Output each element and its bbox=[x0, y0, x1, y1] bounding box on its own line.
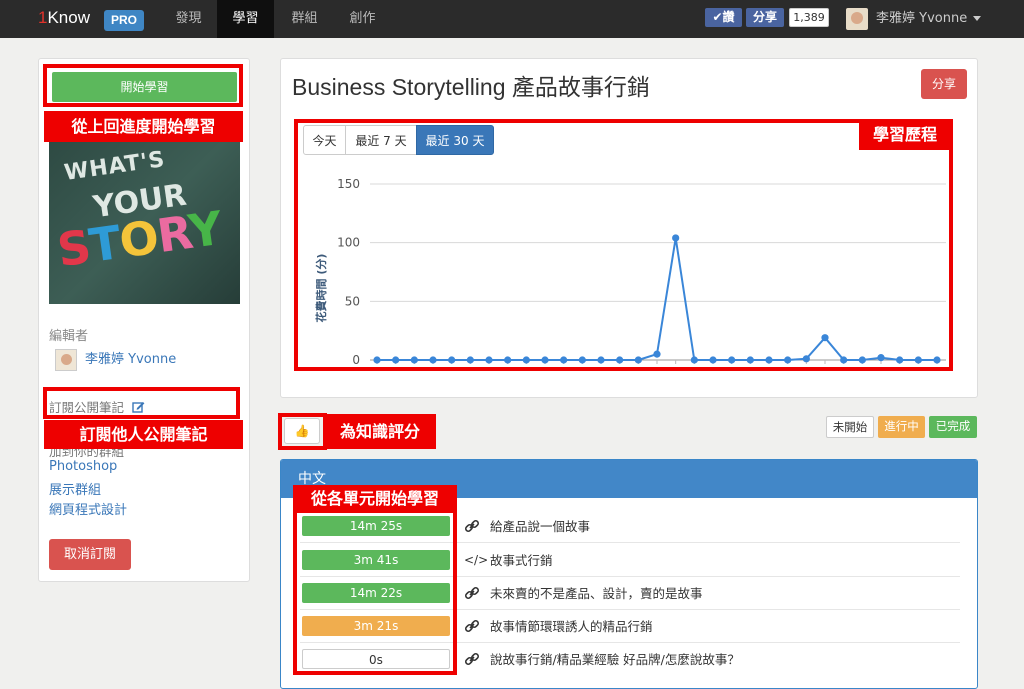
editor-link[interactable]: 李雅婷 Yvonne bbox=[55, 348, 176, 372]
cover-letter-y: Y bbox=[185, 200, 225, 259]
legend-not-started: 未開始 bbox=[826, 416, 874, 438]
user-name: 李雅婷 Yvonne bbox=[876, 11, 968, 26]
annotation-box-notes bbox=[43, 387, 240, 419]
nav-groups[interactable]: 群組 bbox=[276, 0, 333, 38]
annotation-label-notes: 訂閱他人公開筆記 bbox=[44, 420, 243, 449]
code-icon: </> bbox=[464, 553, 489, 567]
cover-text-story: STORY bbox=[54, 201, 225, 277]
user-menu[interactable]: 李雅婷 Yvonne bbox=[846, 8, 982, 30]
unsubscribe-button[interactable]: 取消訂閱 bbox=[49, 539, 131, 570]
annotation-label-units: 從各單元開始學習 bbox=[294, 485, 456, 513]
pro-badge: PRO bbox=[104, 10, 144, 31]
group-link-demo[interactable]: 展示群組 bbox=[49, 479, 101, 498]
share-button[interactable]: 分享 bbox=[921, 69, 967, 99]
annotation-box-start bbox=[43, 64, 243, 107]
unit-title[interactable]: 給產品說一個故事 bbox=[490, 510, 590, 543]
thumbs-up-button[interactable]: 👍 bbox=[284, 418, 320, 444]
annotation-label-start: 從上回進度開始學習 bbox=[44, 111, 243, 142]
facebook-like-button[interactable]: ✔讚 bbox=[705, 8, 742, 27]
legend-completed: 已完成 bbox=[929, 416, 977, 438]
thumbs-up-icon: 👍 bbox=[294, 424, 310, 438]
facebook-share-button[interactable]: 分享 bbox=[746, 8, 784, 27]
nav-create[interactable]: 創作 bbox=[334, 0, 391, 38]
nav-learning[interactable]: 學習 bbox=[217, 0, 274, 38]
unit-title[interactable]: 未來賣的不是產品、設計，賣的是故事 bbox=[490, 577, 703, 610]
chevron-down-icon bbox=[973, 16, 982, 21]
group-link-photoshop[interactable]: Photoshop bbox=[49, 459, 117, 474]
facebook-share-count: 1,389 bbox=[789, 8, 829, 27]
group-link-web[interactable]: 網頁程式設計 bbox=[49, 499, 127, 518]
unit-title[interactable]: 故事式行銷 bbox=[490, 544, 553, 577]
link-icon bbox=[464, 619, 480, 633]
annotation-label-rating: 為知識評分 bbox=[324, 414, 436, 449]
annotation-box-history bbox=[294, 119, 953, 371]
annotation-label-history: 學習歷程 bbox=[859, 120, 951, 150]
legend-in-progress: 進行中 bbox=[878, 416, 925, 438]
top-navbar: 1Know PRO 發現 學習 群組 創作 ✔讚 分享 1,389 李雅婷 Yv… bbox=[0, 0, 1024, 38]
course-title: Business Storytelling 產品故事行銷 bbox=[292, 74, 650, 100]
link-icon bbox=[464, 519, 480, 533]
unit-title[interactable]: 說故事行銷/精品業經驗 好品牌/怎麼說故事？ bbox=[490, 643, 740, 676]
link-icon bbox=[464, 652, 480, 666]
annotation-box-units bbox=[293, 485, 457, 675]
editor-label: 編輯者 bbox=[49, 329, 89, 344]
editor-avatar bbox=[55, 348, 77, 371]
unit-title[interactable]: 故事情節環環誘人的精品行銷 bbox=[490, 610, 653, 643]
brand-logo[interactable]: 1Know bbox=[38, 8, 90, 28]
link-icon bbox=[464, 586, 480, 600]
editor-name: 李雅婷 Yvonne bbox=[85, 352, 177, 367]
course-cover-image: WHAT'S YOUR STORY bbox=[49, 140, 240, 304]
nav-discover[interactable]: 發現 bbox=[160, 0, 217, 38]
cover-text-whats: WHAT'S bbox=[62, 147, 167, 186]
user-avatar bbox=[846, 8, 868, 30]
